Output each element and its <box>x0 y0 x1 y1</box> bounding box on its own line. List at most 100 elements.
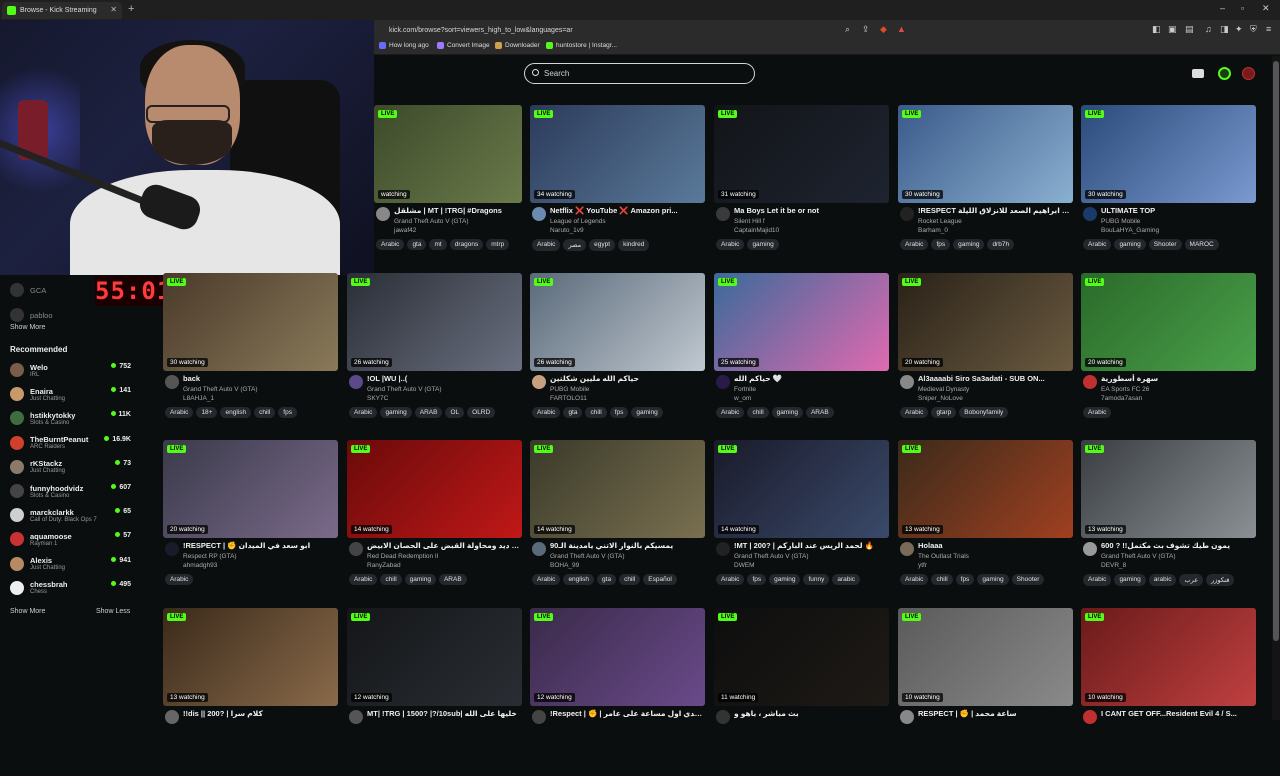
stream-tag[interactable]: chill <box>747 407 769 418</box>
stream-title[interactable]: I CANT GET OFF...Resident Evil 4 / S... <box>1101 709 1256 718</box>
stream-category[interactable]: Medieval Dynasty <box>918 386 969 393</box>
sidebar-recommended-item[interactable]: Alexis Just Chatting 941 <box>10 554 131 574</box>
stream-title[interactable]: Al3aaaabi Siro Sa3adati - SUB ON... <box>918 374 1073 383</box>
stream-category[interactable]: Fortnite <box>734 386 756 393</box>
stream-category[interactable]: PUBG Mobile <box>1101 218 1140 225</box>
stream-tag[interactable]: gaming <box>404 574 436 585</box>
sidebar-recommended-item[interactable]: marckclarkk Call of Duty: Black Ops 7 65 <box>10 505 131 525</box>
stream-card[interactable]: LIVE 10 watching RESPECT | ✊ | ساعة محمد <box>898 608 1073 776</box>
stream-tag[interactable]: egypt <box>589 239 616 251</box>
stream-title[interactable]: بث مباشر ، باهو و <box>734 709 889 718</box>
streamer-name[interactable]: L8AHJA_1 <box>183 395 214 402</box>
streamer-avatar[interactable] <box>165 375 179 389</box>
stream-tag[interactable]: chill <box>931 574 953 585</box>
stream-tag[interactable]: english <box>563 574 595 585</box>
stream-tag[interactable]: gaming <box>747 239 779 250</box>
stream-tag[interactable]: Arabic <box>165 407 194 418</box>
stream-tag[interactable]: Arabic <box>716 239 745 250</box>
stream-tag[interactable]: funny <box>803 574 830 585</box>
streamer-name[interactable]: Barham_0 <box>918 227 948 234</box>
stream-tag[interactable]: chill <box>619 574 641 585</box>
stream-card[interactable]: LIVE 30 watching back Grand Theft Auto V (G… <box>163 273 338 441</box>
stream-card[interactable]: LIVE 30 watching ULTIMATE TOP PUBG Mobile Bo… <box>1081 105 1256 273</box>
page-scrollbar[interactable] <box>1272 56 1280 720</box>
bookmark-downloader[interactable]: Downloader <box>495 42 540 49</box>
stream-category[interactable]: League of Legends <box>550 218 606 225</box>
stream-thumbnail[interactable]: LIVE 11 watching <box>714 608 889 706</box>
stream-tag[interactable]: ARAB <box>805 407 834 418</box>
stream-thumbnail[interactable]: LIVE 13 watching <box>898 440 1073 538</box>
stream-tag[interactable]: fps <box>747 574 767 585</box>
stream-tag[interactable]: Arabic <box>532 574 561 585</box>
stream-tag[interactable]: kindred <box>618 239 650 251</box>
stream-tag[interactable]: مصر <box>563 239 587 251</box>
stream-title[interactable]: !OL |WU |..( <box>367 374 522 383</box>
stream-tag[interactable]: OL <box>445 407 465 418</box>
stream-thumbnail[interactable]: LIVE 20 watching <box>898 273 1073 371</box>
stream-thumbnail[interactable]: LIVE 26 watching <box>347 273 522 371</box>
streamer-avatar[interactable] <box>349 542 363 556</box>
stream-title[interactable]: Holaaa <box>918 541 1073 550</box>
stream-title[interactable]: !RESPECT العريف ابراهيم الصعد للانزلاق ا… <box>918 206 1073 215</box>
stream-thumbnail[interactable]: LIVE 13 watching <box>163 608 338 706</box>
stream-tag[interactable]: فنكوزر <box>1206 574 1235 586</box>
stream-thumbnail[interactable]: LIVE watching <box>374 105 522 203</box>
stream-tag[interactable]: Arabic <box>716 574 745 585</box>
search-input[interactable]: Search <box>524 63 755 84</box>
stream-tag[interactable]: 18+ <box>196 407 218 418</box>
browse-icon[interactable] <box>1192 69 1204 78</box>
rewards-icon[interactable]: ▲ <box>897 24 906 34</box>
sidebar-recommended-item[interactable]: hstikkytokky Slots & Casino 11K <box>10 408 131 428</box>
streamer-avatar[interactable] <box>716 375 730 389</box>
stream-title[interactable]: سهرة أسطورية <box>1101 374 1256 383</box>
stream-thumbnail[interactable]: LIVE 30 watching <box>898 105 1073 203</box>
streamer-avatar[interactable] <box>1083 207 1097 221</box>
minimize-button[interactable]: – <box>1220 3 1225 13</box>
streamer-name[interactable]: FARTOLO11 <box>550 395 587 402</box>
stream-title[interactable]: يمسيكم بالنوار الاتني يامدينة الـ90 <box>550 541 705 550</box>
stream-category[interactable]: Rocket League <box>918 218 962 225</box>
streamer-avatar[interactable] <box>532 710 546 724</box>
stream-tag[interactable]: ARAB <box>414 407 443 418</box>
stream-category[interactable]: Grand Theft Auto V (GTA) <box>367 386 442 393</box>
stream-tag[interactable]: gaming <box>631 407 663 418</box>
stream-thumbnail[interactable]: LIVE 30 watching <box>163 273 338 371</box>
sidebar-recommended-item[interactable]: chessbrah Chess 495 <box>10 578 131 598</box>
profile-avatar[interactable] <box>1242 67 1255 80</box>
stream-tag[interactable]: gaming <box>1114 239 1146 250</box>
stream-title[interactable]: ليالي ريد ديد ومحاولة القبض على الحصان ا… <box>367 541 522 550</box>
stream-card[interactable]: LIVE 13 watching !!dis || 200? | كلام سرا <box>163 608 338 776</box>
stream-tag[interactable]: dragons <box>449 239 484 250</box>
stream-card[interactable]: LIVE 20 watching سهرة أسطورية EA Sports FC … <box>1081 273 1256 441</box>
stream-tag[interactable]: drb7h <box>987 239 1015 250</box>
stream-tag[interactable]: عرب <box>1179 574 1204 586</box>
stream-card[interactable]: LIVE 13 watching يمون طيك تشوف بث مكتمل!! … <box>1081 440 1256 608</box>
streamer-avatar[interactable] <box>532 542 546 556</box>
streamer-name[interactable]: Naruto_1v9 <box>550 227 584 234</box>
streamer-name[interactable]: ahmadgh93 <box>183 562 217 569</box>
stream-card[interactable]: LIVE 25 watching حياكم الله 🤍 Fortnite w_om A… <box>714 273 889 441</box>
leo-icon[interactable]: ✦ <box>1235 24 1243 35</box>
stream-tag[interactable]: arabic <box>1148 574 1177 586</box>
stream-tag[interactable]: mt <box>429 239 447 250</box>
streamer-avatar[interactable] <box>165 710 179 724</box>
stream-tag[interactable]: ARAB <box>438 574 467 585</box>
stream-card[interactable]: LIVE 10 watching I CANT GET OFF...Resident… <box>1081 608 1256 776</box>
stream-card[interactable]: LIVE 34 watching Netflix ❌ YouTube ❌ Amazo… <box>530 105 705 273</box>
stream-category[interactable]: The Outlast Trials <box>918 553 969 560</box>
sidebar-recommended-item[interactable]: TheBurntPeanut ARC Raiders 16.9K <box>10 433 131 453</box>
stream-card[interactable]: LIVE 20 watching Al3aaaabi Siro Sa3adati -… <box>898 273 1073 441</box>
stream-card[interactable]: LIVE 13 watching Holaaa The Outlast Trials y… <box>898 440 1073 608</box>
stream-tag[interactable]: gta <box>597 574 617 585</box>
stream-title[interactable]: يمون طيك تشوف بث مكتمل!! ? 600 <box>1101 541 1256 550</box>
streamer-name[interactable]: ytfr <box>918 562 927 569</box>
stream-tag[interactable]: Arabic <box>376 239 405 250</box>
sidebar-followed-item[interactable]: GCA <box>10 280 90 300</box>
stream-card[interactable]: LIVE 26 watching !OL |WU |..( Grand Theft A… <box>347 273 522 441</box>
stream-tag[interactable]: gaming <box>1114 574 1146 586</box>
stream-title[interactable]: ULTIMATE TOP <box>1101 206 1256 215</box>
sidebar-followed-item[interactable]: pabloo <box>10 305 90 325</box>
stream-tag[interactable]: fps <box>955 574 975 585</box>
streamer-avatar[interactable] <box>716 207 730 221</box>
stream-card[interactable]: LIVE 14 watching !MT | 200? | لحمد الريس ع… <box>714 440 889 608</box>
